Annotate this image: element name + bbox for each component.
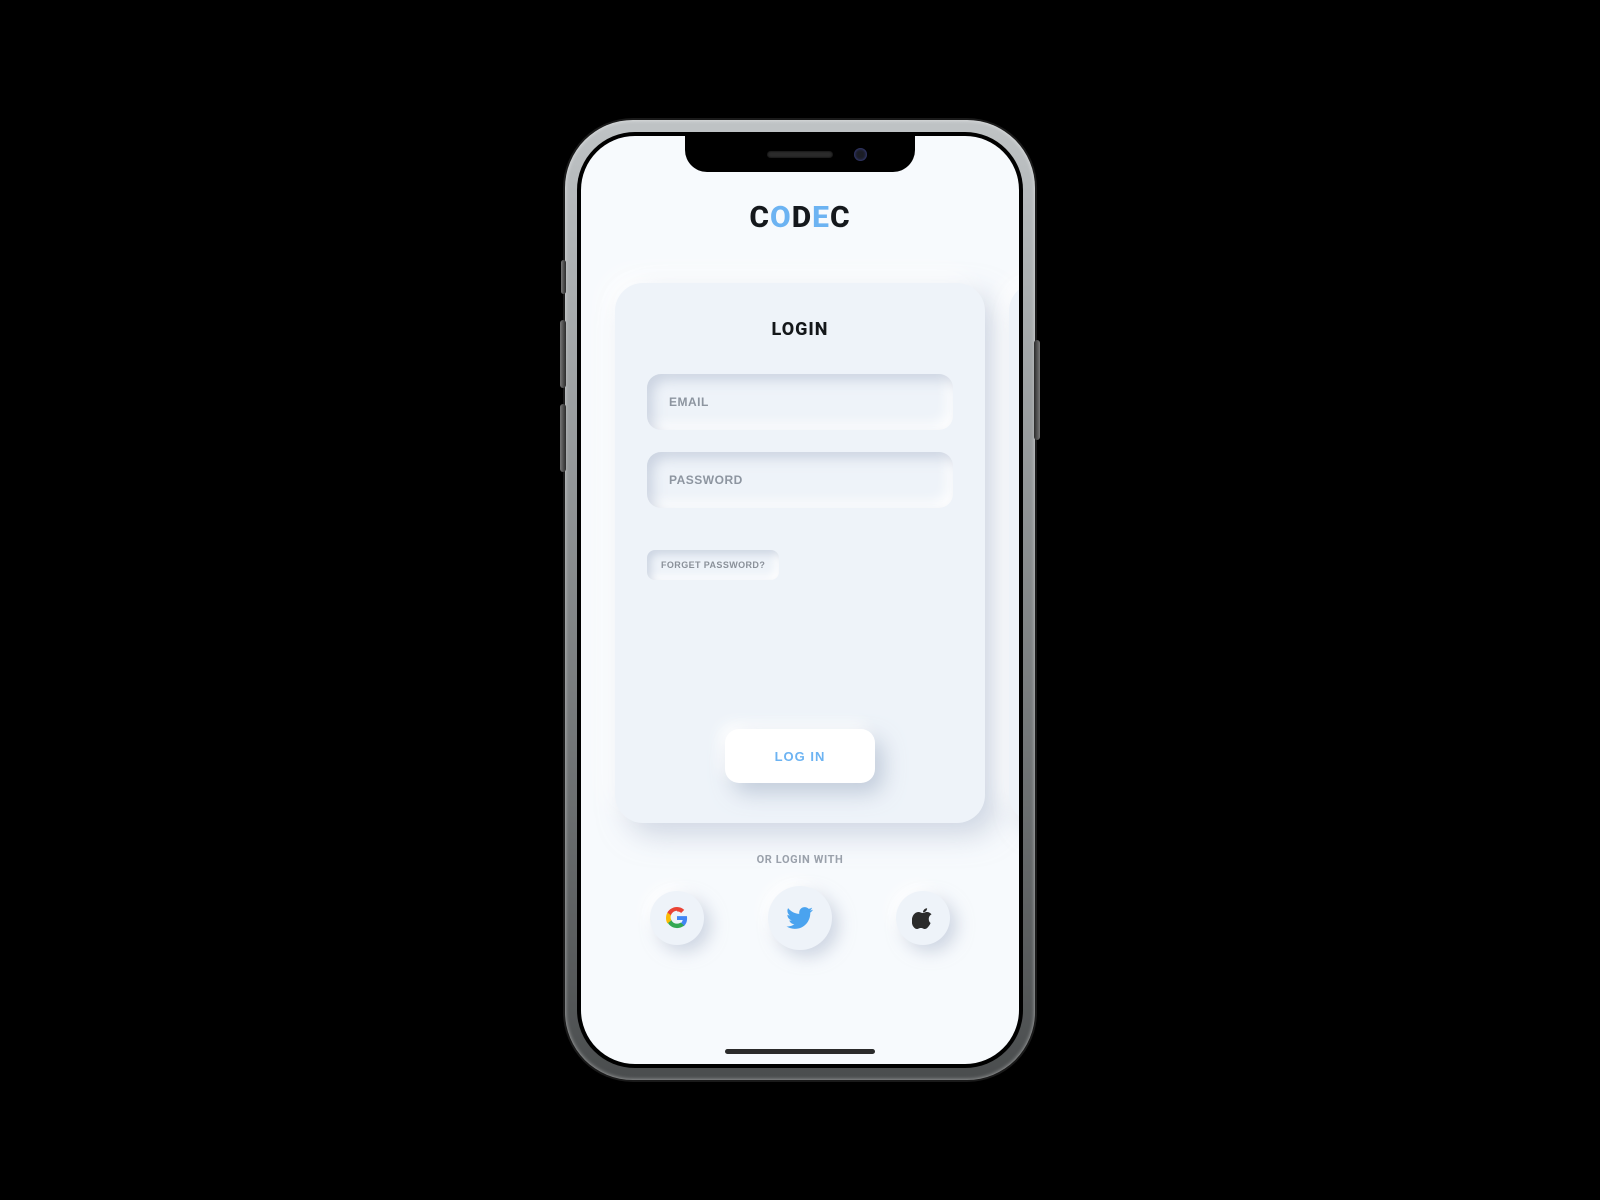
card-carousel[interactable]: LOGIN FORGET PASSWORD? LOG IN [581, 283, 1019, 823]
or-login-with-label: OR LOGIN WITH [757, 853, 844, 866]
brand-letter: C [749, 200, 770, 235]
twitter-login-button[interactable] [768, 886, 832, 950]
card-title: LOGIN [772, 319, 829, 340]
volume-up-button[interactable] [560, 320, 566, 388]
silence-switch[interactable] [561, 260, 566, 294]
next-card-peek[interactable] [1009, 283, 1019, 823]
social-login-row [650, 886, 950, 950]
power-button[interactable] [1034, 340, 1040, 440]
forget-password-button[interactable]: FORGET PASSWORD? [647, 550, 779, 580]
twitter-icon [786, 904, 814, 932]
password-field[interactable] [647, 452, 953, 508]
brand-letter: C [830, 200, 851, 235]
login-button[interactable]: LOG IN [725, 729, 875, 783]
apple-login-button[interactable] [896, 891, 950, 945]
phone-frame: C O D E C LOGIN FORGET PASSWORD? LOG IN [565, 120, 1035, 1080]
google-icon [666, 907, 688, 929]
apple-icon [912, 907, 934, 929]
screen: C O D E C LOGIN FORGET PASSWORD? LOG IN [581, 136, 1019, 1064]
login-card: LOGIN FORGET PASSWORD? LOG IN [615, 283, 985, 823]
brand-letter: D [792, 200, 812, 235]
volume-down-button[interactable] [560, 404, 566, 472]
email-field[interactable] [647, 374, 953, 430]
notch [685, 136, 915, 172]
google-login-button[interactable] [650, 891, 704, 945]
home-indicator[interactable] [725, 1049, 875, 1054]
front-camera [854, 148, 867, 161]
app-root: C O D E C LOGIN FORGET PASSWORD? LOG IN [581, 136, 1019, 1064]
phone-bezel: C O D E C LOGIN FORGET PASSWORD? LOG IN [577, 132, 1023, 1068]
speaker-grill [767, 151, 833, 158]
brand-logo: C O D E C [749, 200, 850, 235]
brand-letter: E [812, 200, 830, 235]
brand-letter: O [770, 200, 792, 235]
